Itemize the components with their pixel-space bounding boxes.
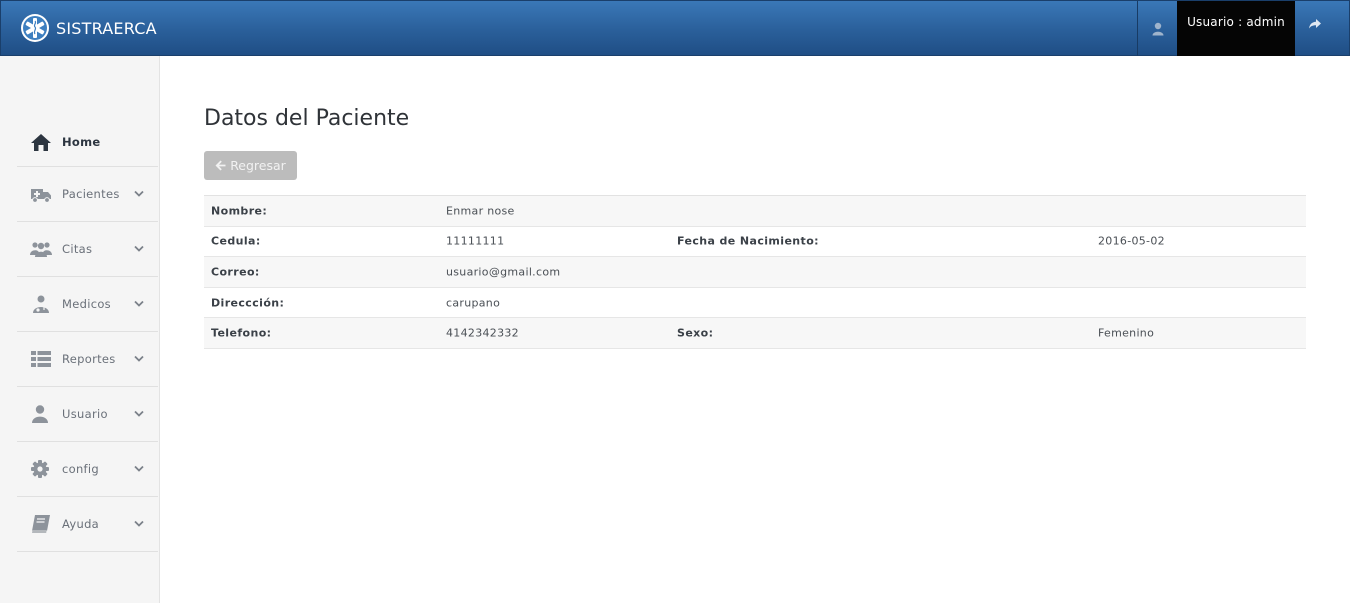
ambulance-icon (31, 189, 51, 203)
current-user-label[interactable]: Usuario : admin (1177, 1, 1295, 56)
field-value: 4142342332 (446, 326, 519, 340)
sidebar: Home Pacientes Citas Medicos Reportes Us… (0, 56, 160, 603)
sidebar-item-label: Citas (62, 242, 93, 256)
sidebar-item-ayuda[interactable]: Ayuda (17, 497, 158, 552)
chevron-down-icon (134, 520, 144, 527)
table-row: Telefono: 4142342332 Sexo: Femenino (204, 318, 1306, 349)
chevron-down-icon (134, 410, 144, 417)
sidebar-item-citas[interactable]: Citas (17, 222, 158, 277)
home-icon (31, 133, 51, 151)
field-value: Femenino (1098, 326, 1155, 340)
doctor-icon (33, 295, 49, 313)
sidebar-item-label: Usuario (62, 407, 108, 421)
field-value: carupano (446, 296, 501, 310)
chevron-down-icon (134, 190, 144, 197)
field-label: Direccción: (211, 296, 285, 310)
sidebar-item-label: Reportes (62, 352, 116, 366)
field-value: 11111111 (446, 234, 505, 248)
table-row: Correo: usuario@gmail.com (204, 257, 1306, 288)
arrow-left-icon (215, 160, 226, 171)
field-label: Correo: (211, 265, 260, 279)
page-title: Datos del Paciente (204, 106, 410, 131)
medical-star-logo-icon (21, 14, 49, 42)
table-row: Nombre: Enmar nose (204, 196, 1306, 227)
patient-details-table: Nombre: Enmar nose Cedula: 11111111 Fech… (204, 195, 1306, 349)
list-icon (31, 351, 51, 367)
field-label: Telefono: (211, 326, 272, 340)
app-name: SISTRAERCA (56, 18, 157, 38)
field-value: Enmar nose (446, 204, 515, 218)
sidebar-item-label: Ayuda (62, 517, 100, 531)
chevron-down-icon (134, 300, 144, 307)
sidebar-item-home[interactable]: Home (17, 117, 158, 167)
users-icon (30, 242, 52, 257)
sidebar-item-label: Medicos (62, 297, 111, 311)
user-menu-button[interactable] (1137, 1, 1177, 56)
field-label: Sexo: (677, 326, 714, 340)
sidebar-item-medicos[interactable]: Medicos (17, 277, 158, 332)
sidebar-item-usuario[interactable]: Usuario (17, 387, 158, 442)
sidebar-menu: Home Pacientes Citas Medicos Reportes Us… (17, 117, 158, 552)
user-icon (1152, 22, 1163, 35)
top-navbar: SISTRAERCA Usuario : admin (0, 0, 1350, 56)
user-icon (32, 405, 48, 423)
sidebar-item-config[interactable]: config (17, 442, 158, 497)
back-button-label: Regresar (230, 158, 286, 173)
back-button[interactable]: Regresar (204, 151, 297, 180)
field-value: usuario@gmail.com (446, 265, 561, 279)
chevron-down-icon (134, 355, 144, 362)
field-label: Cedula: (211, 234, 261, 248)
sidebar-item-pacientes[interactable]: Pacientes (17, 167, 158, 222)
field-value: 2016-05-02 (1098, 234, 1165, 248)
field-label: Nombre: (211, 204, 268, 218)
sidebar-item-label: Home (62, 134, 101, 149)
gear-icon (31, 460, 49, 478)
sidebar-item-label: config (62, 462, 99, 476)
chevron-down-icon (134, 245, 144, 252)
logout-button[interactable] (1295, 1, 1335, 56)
sidebar-item-reportes[interactable]: Reportes (17, 332, 158, 387)
brand[interactable]: SISTRAERCA (20, 12, 157, 44)
field-label: Fecha de Nacimiento: (677, 234, 819, 248)
book-icon (30, 515, 50, 534)
sidebar-item-label: Pacientes (62, 187, 120, 201)
share-icon (1309, 18, 1321, 28)
table-row: Cedula: 11111111 Fecha de Nacimiento: 20… (204, 227, 1306, 258)
table-row: Direccción: carupano (204, 288, 1306, 319)
chevron-down-icon (134, 465, 144, 472)
